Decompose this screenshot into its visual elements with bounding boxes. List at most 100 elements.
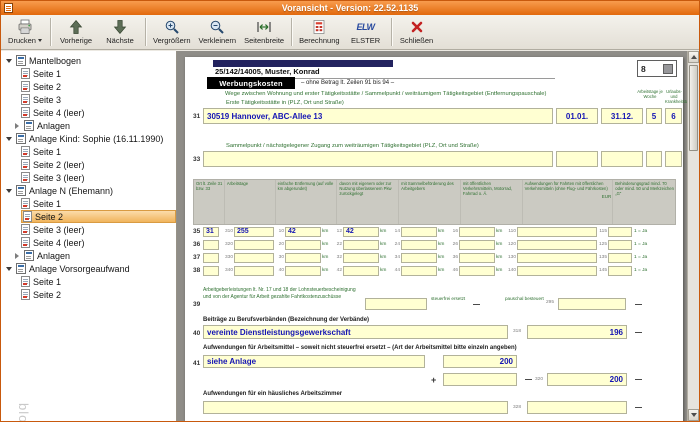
title-bar[interactable]: Voransicht - Version: 22.52.1135 [1, 1, 699, 15]
field-code: 318 [513, 329, 521, 334]
steuerfrei-field [365, 298, 427, 310]
tree-item-anlage-kind[interactable]: Anlage Kind: Sophie (16.11.1990) [1, 132, 176, 145]
pkw-field [343, 266, 379, 276]
zoom-in-button[interactable]: Vergrößern [149, 16, 195, 48]
page-icon [21, 172, 30, 183]
field-code: 44 [390, 268, 401, 273]
tree-page-item[interactable]: Seite 3 (leer) [1, 171, 176, 184]
tree-page-item[interactable]: Seite 1 [1, 67, 176, 80]
table-row: 37 330 30 km 32 km 34 km 36 [193, 251, 676, 264]
page-icon [21, 224, 30, 235]
tree-item-label: Anlagen [37, 251, 70, 261]
field-code: 135 [597, 255, 608, 260]
behinderung-field [608, 227, 632, 237]
header-sammelbefoerderung: mit Sammelbeförderung des Arbeitgebers [398, 180, 460, 224]
ort-cell: 31 [203, 227, 223, 237]
ort-field [203, 240, 219, 250]
km-unit: km [437, 242, 448, 247]
scroll-down-button[interactable] [688, 409, 699, 421]
chevron-down-icon[interactable] [5, 137, 13, 141]
field-code: 42 [332, 268, 343, 273]
field-code: 10 [274, 229, 285, 234]
header-ort: Ort lt. Zeile 31 bzw. 33 [194, 180, 224, 224]
page-width-label: Seitenbreite [244, 36, 284, 45]
form-icon [16, 263, 26, 274]
calculation-button[interactable]: Berechnung [295, 16, 343, 48]
sammel-field [401, 227, 437, 237]
km-unit: km [379, 229, 390, 234]
chevron-right-icon[interactable] [13, 253, 21, 259]
pkw-field: 42 [343, 227, 379, 237]
tree-item-anlage-vorsorgeaufwand[interactable]: Anlage Vorsorgeaufwand [1, 262, 176, 275]
tree-page-item[interactable]: Seite 2 [1, 80, 176, 93]
tree-page-item[interactable]: Seite 3 (leer) [1, 223, 176, 236]
tree-page-item-selected[interactable]: Seite 2 [1, 210, 176, 223]
dash-mark [635, 304, 642, 305]
tree-item-anlagen[interactable]: Anlagen [1, 249, 176, 262]
tree-item-anlage-n[interactable]: Anlage N (Ehemann) [1, 184, 176, 197]
page-icon [21, 198, 30, 209]
row-number: 37 [193, 254, 203, 261]
entfernung-field [285, 266, 321, 276]
elster-button[interactable]: ELW ELSTER [344, 16, 388, 48]
tree-item-label: Seite 2 (leer) [33, 160, 85, 170]
tree-page-item[interactable]: Seite 2 (leer) [1, 158, 176, 171]
tree-page-item[interactable]: Seite 4 (leer) [1, 236, 176, 249]
tree-item-anlagen[interactable]: Anlagen [1, 119, 176, 132]
km-unit: km [437, 229, 448, 234]
chevron-down-icon[interactable] [5, 189, 13, 193]
behinderung-field [608, 253, 632, 263]
field-code: 330 [223, 255, 234, 260]
aufwendungen-field [517, 253, 597, 263]
km-unit: km [379, 268, 390, 273]
main-area: Mantelbogen Seite 1 Seite 2 Seite 3 Seit… [1, 51, 699, 421]
field-code: 110 [506, 229, 517, 234]
tree-page-item[interactable]: Seite 4 (leer) [1, 106, 176, 119]
eur-label: EUR [525, 194, 612, 199]
field-code: 115 [597, 229, 608, 234]
ort-field [203, 253, 219, 263]
aufwendungen-field [517, 227, 597, 237]
page-marker-box: 8 [637, 60, 677, 77]
chevron-down-icon[interactable] [5, 59, 13, 63]
vacation-header: Urlaubs- und Krankheitstage [665, 90, 683, 104]
form-icon [24, 120, 34, 131]
arbeitsmittel-field: siehe Anlage [203, 355, 425, 368]
tree-page-item[interactable]: Seite 2 [1, 288, 176, 301]
next-page-button[interactable]: Nächste [98, 16, 142, 48]
calculation-icon [311, 19, 327, 35]
tree-page-item[interactable]: Seite 1 [1, 145, 176, 158]
field-code: 30 [274, 255, 285, 260]
vertical-scrollbar[interactable] [687, 51, 699, 421]
previous-page-button[interactable]: Vorherige [54, 16, 98, 48]
form-id-bar [213, 60, 393, 67]
line40-header: Beiträge zu Berufsverbänden (Bezeichnung… [203, 317, 369, 323]
field-code: 145 [597, 268, 608, 273]
dropdown-caret-icon[interactable] [38, 39, 42, 42]
page-width-button[interactable]: Seitenbreite [240, 16, 288, 48]
tree-page-item[interactable]: Seite 3 [1, 93, 176, 106]
arbeitstage-field [234, 253, 274, 263]
tree-item-mantelbogen[interactable]: Mantelbogen [1, 54, 176, 67]
line33-label: Sammelpunkt / nächstgelegener Zugang zum… [226, 143, 556, 149]
berufsverband-field: vereinte Dienstleistungsgewerkschaft [203, 325, 508, 339]
tree-page-item[interactable]: Seite 1 [1, 275, 176, 288]
ort-cell [203, 266, 223, 276]
plus-sign: + [431, 375, 436, 385]
km-unit: km [321, 242, 332, 247]
print-button[interactable]: Drucken [3, 16, 47, 48]
km-unit: km [495, 268, 506, 273]
tree-page-item[interactable]: Seite 1 [1, 197, 176, 210]
scroll-up-button[interactable] [688, 51, 699, 63]
chevron-down-icon[interactable] [5, 267, 13, 271]
zoom-out-button[interactable]: Verkleinern [195, 16, 241, 48]
close-button[interactable]: Schließen [395, 16, 439, 48]
header-behinderungsgrad: Behinderungsgrad mind. 70 oder mind. 50 … [612, 180, 675, 224]
aufwendungen-field [517, 266, 597, 276]
row-number: 35 [193, 228, 203, 235]
scrollbar-thumb[interactable] [689, 65, 698, 151]
km-unit: km [379, 242, 390, 247]
line31-label: Erste Tätigkeitsstätte in (PLZ, Ort und … [226, 100, 344, 106]
oeffentlich-field [459, 266, 495, 276]
chevron-right-icon[interactable] [13, 123, 21, 129]
